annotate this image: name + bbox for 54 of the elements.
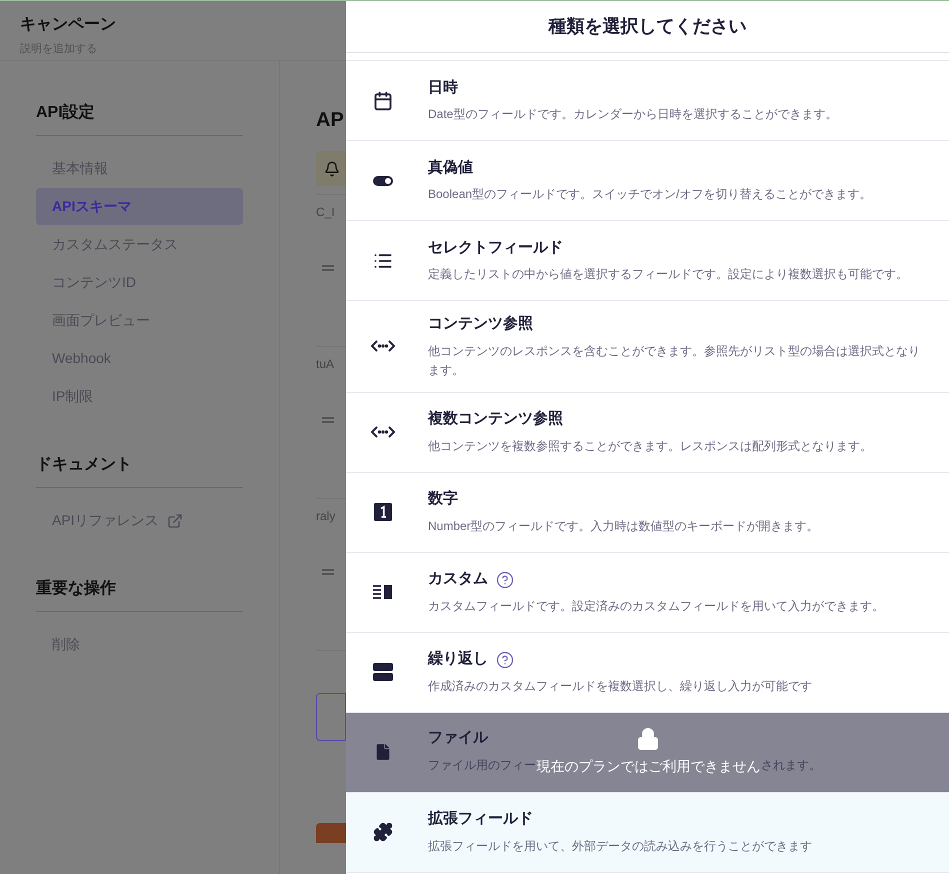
sidebar-section-title: API設定 <box>36 101 243 136</box>
option-description: ファイル用のフィー <box>428 756 536 774</box>
field-type-option[interactable]: ファイル ファイル用のフィー現在のプランではご利用できません されます。 <box>346 712 949 792</box>
option-description: Number型のフィールドです。入力時は数値型のキーボードが開きます。 <box>428 518 819 535</box>
option-title: カスタム <box>428 569 488 590</box>
field-name: tuA <box>316 356 336 373</box>
option-title: 複数コンテンツ参照 <box>428 409 563 430</box>
option-description: 定義したリストの中から値を選択するフィールドです。設定により複数選択も可能です。 <box>428 266 908 284</box>
option-title: ファイル <box>428 728 488 748</box>
code-brackets-icon <box>371 426 395 438</box>
page-title: キャンペーン <box>20 15 117 35</box>
lock-icon <box>636 726 660 750</box>
number-one-icon <box>374 503 392 521</box>
field-type-option[interactable]: 拡張フィールド 拡張フィールドを用いて、外部データの読み込みを行うことができます <box>346 792 949 872</box>
calendar-icon <box>373 90 393 110</box>
option-title: コンテンツ参照 <box>428 314 533 334</box>
help-icon[interactable] <box>496 570 514 588</box>
option-title: 真偽値 <box>428 158 473 178</box>
stacked-rows-icon <box>373 663 393 681</box>
option-description: カスタムフィールドです。設定済みのカスタムフィールドを用いて入力ができます。 <box>428 598 884 615</box>
option-title: セレクトフィールド <box>428 238 563 258</box>
custom-field-icon <box>373 584 393 600</box>
field-name: C_I <box>316 204 336 221</box>
dialog-title: 種類を選択してください <box>548 15 746 38</box>
option-description: Date型のフィールドです。カレンダーから日時を選択することができます。 <box>428 106 838 124</box>
option-description: 拡張フィールドを用いて、外部データの読み込みを行うことができます <box>428 838 812 855</box>
drag-handle-icon[interactable] <box>322 569 334 575</box>
field-type-option[interactable]: カスタム カスタムフィールドです。設定済みのカスタムフィールドを用いて入力ができます。 <box>346 552 949 632</box>
drag-handle-icon[interactable] <box>322 417 334 423</box>
option-description: 他コンテンツのレスポンスを含むことができます。参照先がリスト型の場合は選択式となります。 <box>428 342 921 378</box>
field-type-option[interactable]: 複数コンテンツ参照 他コンテンツを複数参照することができます。レスポンスは配列形式となります。 <box>346 392 949 472</box>
option-description: Boolean型のフィールドです。スイッチでオン/オフを切り替えることができます。 <box>428 186 872 204</box>
action-button[interactable] <box>316 823 346 843</box>
lock-message: 現在のプランではご利用できません <box>536 756 760 776</box>
add-field-box[interactable] <box>316 693 346 741</box>
drag-handle-icon[interactable] <box>322 265 334 271</box>
code-brackets-icon <box>371 340 395 352</box>
sidebar-section-title: 重要な操作 <box>36 577 243 612</box>
option-title: 拡張フィールド <box>428 809 533 830</box>
option-title: 日時 <box>428 78 458 98</box>
main-heading: AP <box>316 108 345 133</box>
option-description: 作成済みのカスタムフィールドを複数選択し、繰り返し入力が可能です <box>428 678 812 695</box>
option-description: されます。 <box>761 756 821 774</box>
option-title: 数字 <box>428 489 458 510</box>
option-title: 繰り返し <box>428 649 488 670</box>
option-description: 他コンテンツを複数参照することができます。レスポンスは配列形式となります。 <box>428 438 872 455</box>
sidebar-section-title: ドキュメント <box>36 453 243 488</box>
field-type-option[interactable]: 繰り返し 作成済みのカスタムフィールドを複数選択し、繰り返し入力が可能です <box>346 632 949 712</box>
toggle-icon <box>373 176 393 186</box>
bell-icon <box>324 160 340 176</box>
puzzle-icon <box>373 822 393 842</box>
help-icon[interactable] <box>496 650 514 668</box>
field-type-option[interactable]: 数字 Number型のフィールドです。入力時は数値型のキーボードが開きます。 <box>346 472 949 552</box>
field-name: raly <box>316 508 336 525</box>
